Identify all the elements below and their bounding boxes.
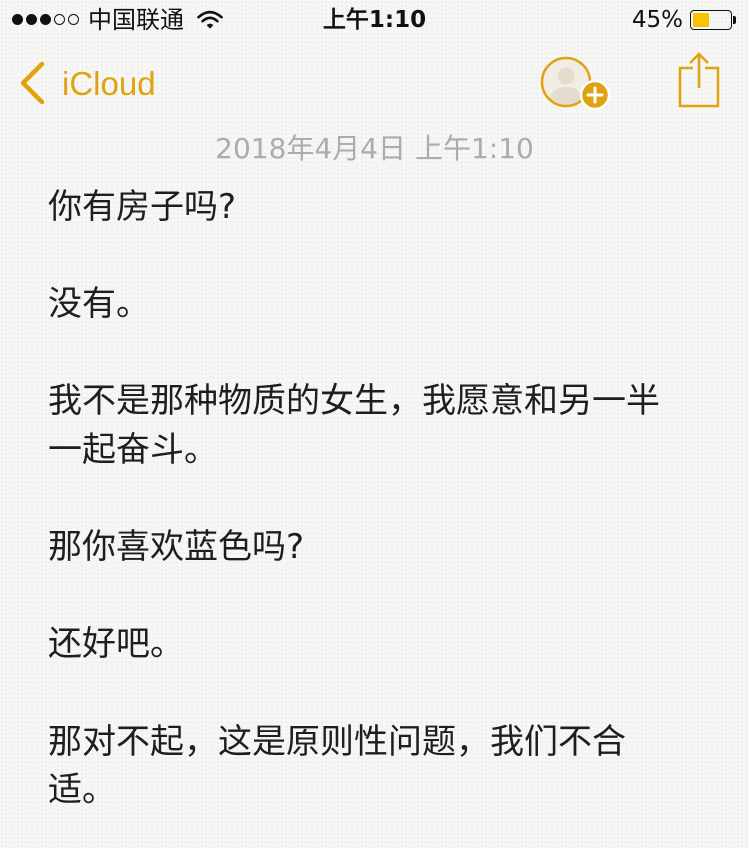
note-paragraph: 你有房子吗? xyxy=(48,183,660,232)
note-body[interactable]: 你有房子吗? 没有。 我不是那种物质的女生，我愿意和另一半 一起奋斗。 那你喜欢… xyxy=(48,183,660,815)
note-line[interactable]: 我不是那种物质的女生，我愿意和另一半 xyxy=(48,377,660,426)
nav-bar: iCloud xyxy=(0,44,749,120)
note-line[interactable]: 一起奋斗。 xyxy=(48,426,660,475)
note-line[interactable]: 你有房子吗? xyxy=(48,183,660,232)
person-add-icon xyxy=(540,56,611,111)
share-icon xyxy=(678,52,720,108)
note-paragraph: 那对不起，这是原则性问题，我们不合 适。 xyxy=(48,718,660,815)
note-paragraph: 还好吧。 xyxy=(48,620,660,669)
note-line[interactable]: 那你喜欢蓝色吗? xyxy=(48,523,660,572)
note-paragraph: 我不是那种物质的女生，我愿意和另一半 一起奋斗。 xyxy=(48,377,660,474)
share-button[interactable] xyxy=(676,50,722,110)
note-line[interactable]: 没有。 xyxy=(48,280,660,329)
battery-fill xyxy=(693,13,709,27)
status-bar: 中国联通 上午1:10 45% xyxy=(0,0,749,40)
note-paragraph: 没有。 xyxy=(48,280,660,329)
battery-icon xyxy=(690,10,732,30)
chevron-left-icon xyxy=(20,61,45,105)
note-line[interactable]: 还好吧。 xyxy=(48,620,660,669)
note-paragraph: 那你喜欢蓝色吗? xyxy=(48,523,660,572)
note-line[interactable]: 适。 xyxy=(48,766,660,815)
note-line[interactable]: 那对不起，这是原则性问题，我们不合 xyxy=(48,718,660,767)
battery-nub xyxy=(733,16,736,24)
add-person-button[interactable] xyxy=(536,52,614,112)
back-button[interactable]: iCloud xyxy=(16,58,166,110)
battery-percent: 45% xyxy=(631,7,683,33)
back-label: iCloud xyxy=(62,65,156,102)
note-date: 2018年4月4日 上午1:10 xyxy=(215,132,534,165)
